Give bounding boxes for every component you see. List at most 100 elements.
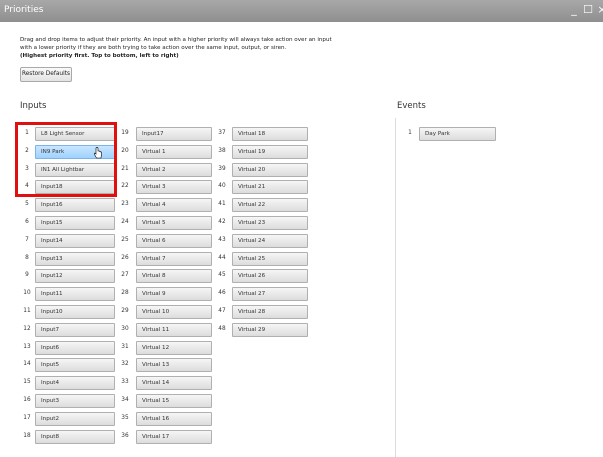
priority-item[interactable]: Input4 — [35, 376, 115, 391]
priority-item[interactable]: Input15 — [35, 216, 115, 230]
priority-number: 21 — [121, 165, 129, 172]
priority-item[interactable]: Input16 — [35, 198, 115, 213]
priority-number: 45 — [218, 272, 226, 279]
priority-number: 38 — [218, 147, 226, 154]
priority-number: 43 — [218, 236, 226, 243]
priority-item[interactable]: Input17 — [136, 127, 212, 141]
priority-number: 24 — [121, 219, 129, 225]
description-line-1: Drag and drop items to adjust their prio… — [20, 37, 332, 43]
priority-number: 18 — [23, 432, 31, 439]
hand-cursor-icon — [94, 147, 102, 159]
priority-number: 3 — [25, 165, 29, 172]
priority-item[interactable]: Virtual 16 — [136, 411, 212, 426]
priority-item[interactable]: Virtual 23 — [232, 216, 308, 230]
priority-item[interactable]: Input10 — [35, 305, 115, 319]
close-button[interactable]: × — [595, 3, 603, 17]
priority-item[interactable]: Virtual 13 — [136, 358, 212, 373]
priority-item[interactable]: Input14 — [35, 233, 115, 248]
priority-number: 23 — [121, 201, 129, 208]
priority-item[interactable]: Virtual 3 — [136, 180, 212, 195]
priority-number: 26 — [121, 254, 129, 261]
priority-number: 47 — [218, 308, 226, 314]
priority-item[interactable]: L8 Light Sensor — [35, 127, 115, 141]
priority-number: 25 — [121, 236, 129, 243]
priority-number: 31 — [121, 343, 129, 350]
priority-item[interactable]: Virtual 19 — [232, 144, 308, 159]
priority-number: 29 — [121, 308, 129, 314]
priority-number: 15 — [23, 379, 31, 386]
priority-item[interactable]: Virtual 12 — [136, 340, 212, 355]
priority-item[interactable]: Virtual 14 — [136, 376, 212, 391]
priority-item[interactable]: Virtual 22 — [232, 198, 308, 213]
priority-number: 8 — [25, 254, 29, 261]
maximize-button[interactable]: ☐ — [581, 3, 595, 17]
priority-item[interactable]: Virtual 9 — [136, 287, 212, 302]
priority-item[interactable]: Input5 — [35, 358, 115, 373]
priority-item[interactable]: Virtual 1 — [136, 144, 212, 159]
priority-number: 17 — [23, 414, 31, 421]
priority-item[interactable]: Virtual 24 — [232, 233, 308, 248]
priority-item[interactable]: Input6 — [35, 340, 115, 355]
priority-item[interactable]: Virtual 17 — [136, 429, 212, 444]
priority-number: 36 — [121, 432, 129, 439]
priority-item[interactable]: Virtual 20 — [232, 162, 308, 177]
priority-item[interactable]: Input13 — [35, 251, 115, 266]
priority-number: 1 — [25, 130, 29, 136]
minimize-button[interactable]: _ — [567, 3, 581, 17]
events-heading: Events — [397, 101, 426, 111]
priority-number: 27 — [121, 272, 129, 279]
priority-number: 9 — [25, 272, 29, 279]
priority-item[interactable]: Virtual 6 — [136, 233, 212, 248]
priority-item[interactable]: Virtual 29 — [232, 322, 308, 337]
priority-item[interactable]: Input3 — [35, 394, 115, 408]
priority-number: 22 — [121, 183, 129, 190]
priority-item[interactable]: Virtual 7 — [136, 251, 212, 266]
section-divider — [395, 118, 396, 457]
priority-number: 35 — [121, 414, 129, 421]
priority-number: 41 — [218, 201, 226, 208]
priority-number: 10 — [23, 290, 31, 297]
priority-number: 7 — [25, 236, 29, 243]
priority-item[interactable]: Virtual 26 — [232, 269, 308, 284]
description-line-2: with a lower priority if they are both t… — [20, 45, 287, 51]
priority-item[interactable]: Virtual 15 — [136, 394, 212, 408]
priority-item[interactable]: Input8 — [35, 429, 115, 444]
priority-number: 33 — [121, 379, 129, 386]
priority-number: 40 — [218, 183, 226, 190]
priority-item[interactable]: Virtual 8 — [136, 269, 212, 284]
priority-number: 46 — [218, 290, 226, 297]
priority-item[interactable]: Input11 — [35, 287, 115, 302]
priority-number: 42 — [218, 219, 226, 225]
priority-number: 34 — [121, 397, 129, 403]
priority-item[interactable]: IN1 All Lightbar — [35, 162, 115, 177]
priority-item[interactable]: Virtual 25 — [232, 251, 308, 266]
priority-item[interactable]: Virtual 18 — [232, 127, 308, 141]
priority-item[interactable]: Virtual 4 — [136, 198, 212, 213]
priority-item[interactable]: Virtual 10 — [136, 305, 212, 319]
priority-item[interactable]: Input18 — [35, 180, 115, 195]
restore-defaults-button[interactable]: Restore Defaults — [20, 67, 72, 82]
priority-number: 6 — [25, 219, 29, 225]
priority-item[interactable]: Virtual 2 — [136, 162, 212, 177]
priority-item[interactable]: IN9 Park — [35, 144, 115, 159]
priority-item[interactable]: Virtual 11 — [136, 322, 212, 337]
priority-item[interactable]: Virtual 21 — [232, 180, 308, 195]
inputs-heading: Inputs — [20, 101, 47, 111]
priority-item[interactable]: Virtual 27 — [232, 287, 308, 302]
priority-item[interactable]: Input2 — [35, 411, 115, 426]
priority-number: 30 — [121, 325, 129, 332]
description-line-3: (Highest priority first. Top to bottom, … — [20, 53, 179, 59]
priority-number: 37 — [218, 130, 226, 136]
event-item[interactable]: Day Park — [419, 127, 496, 141]
event-priority-number: 1 — [408, 130, 412, 136]
priority-number: 20 — [121, 147, 129, 154]
priority-number: 12 — [23, 325, 31, 332]
priority-number: 19 — [121, 130, 129, 136]
priority-item[interactable]: Virtual 5 — [136, 216, 212, 230]
priority-number: 4 — [25, 183, 29, 190]
priority-item[interactable]: Virtual 28 — [232, 305, 308, 319]
priority-item[interactable]: Input12 — [35, 269, 115, 284]
priority-number: 48 — [218, 325, 226, 332]
priority-item[interactable]: Input7 — [35, 322, 115, 337]
priority-number: 44 — [218, 254, 226, 261]
